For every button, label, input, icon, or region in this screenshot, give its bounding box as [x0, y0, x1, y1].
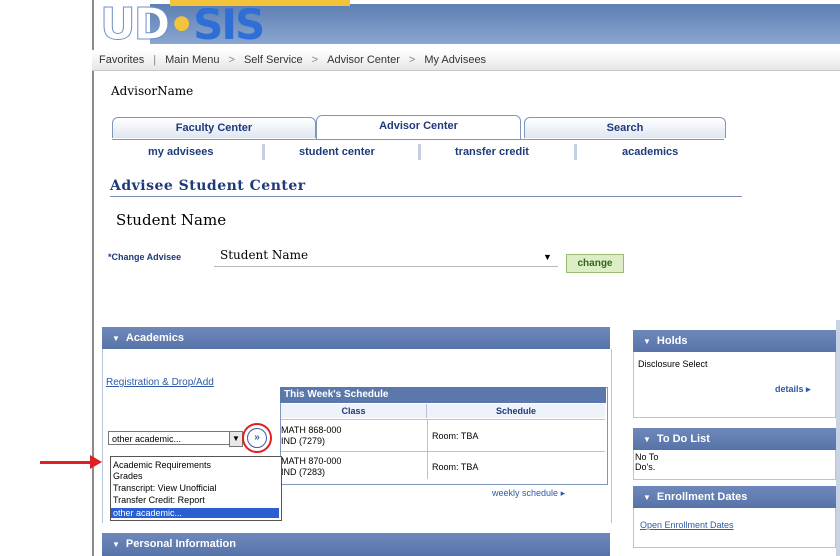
- schedule-class-header: Class: [281, 404, 427, 418]
- subtab-divider: [418, 144, 421, 160]
- subtab-student-center[interactable]: student center: [299, 146, 375, 158]
- collapse-icon[interactable]: ▼: [112, 540, 120, 549]
- go-button[interactable]: »: [247, 428, 267, 448]
- class-room: Room: TBA: [432, 462, 479, 472]
- holds-title: Holds: [656, 335, 688, 347]
- schedule-schedule-header: Schedule: [427, 404, 605, 418]
- tab-advisor-center[interactable]: Advisor Center: [316, 115, 521, 140]
- todo-line: No To: [635, 452, 659, 462]
- change-advisee-label: *Change Advisee: [108, 252, 182, 262]
- weekly-schedule-label[interactable]: weekly schedule: [492, 488, 558, 498]
- class-code: MATH 868-000: [281, 425, 342, 435]
- todo-header[interactable]: ▼ To Do List: [633, 428, 836, 450]
- registration-link[interactable]: Registration & Drop/Add: [106, 377, 214, 388]
- class-code: MATH 870-000: [281, 456, 342, 466]
- advisor-name: AdvisorName: [111, 84, 194, 98]
- subtab-academics[interactable]: academics: [622, 146, 678, 158]
- holds-header[interactable]: ▼ Holds: [633, 330, 836, 352]
- enrollment-header[interactable]: ▼ Enrollment Dates: [633, 486, 836, 508]
- class-room: Room: TBA: [432, 431, 479, 441]
- subtab-divider: [574, 144, 577, 160]
- annotation-arrow: [40, 461, 92, 464]
- personal-info-title: Personal Information: [125, 538, 236, 550]
- option-other-academic[interactable]: other academic...: [111, 508, 279, 518]
- advisee-select-value: Student Name: [220, 248, 309, 262]
- todo-empty-text: No To Do's.: [635, 452, 658, 472]
- option-transfer-credit[interactable]: Transfer Credit: Report: [113, 495, 205, 505]
- breadcrumb: Favorites | Main Menu > Self Service > Advi…: [92, 50, 840, 71]
- page-edge: [836, 320, 840, 556]
- dropdown-arrow-icon[interactable]: ▼: [543, 252, 552, 262]
- udsis-logo: UD•SIS: [99, 0, 265, 50]
- subtab-divider: [262, 144, 265, 160]
- student-name: Student Name: [116, 211, 227, 229]
- annotation-arrow-head: [90, 455, 102, 469]
- page-title: Advisee Student Center: [110, 178, 306, 194]
- personal-info-header[interactable]: ▼ Personal Information: [102, 533, 610, 556]
- frame-border: [92, 0, 94, 556]
- schedule-title: This Week's Schedule: [280, 387, 606, 403]
- other-academic-select[interactable]: other academic...: [108, 431, 238, 445]
- arrow-right-icon: ▸: [806, 384, 811, 394]
- collapse-icon[interactable]: ▼: [643, 337, 651, 346]
- hold-item: Disclosure Select: [638, 359, 708, 369]
- option-transcript[interactable]: Transcript: View Unofficial: [113, 483, 216, 493]
- academics-title: Academics: [125, 332, 185, 344]
- option-grades[interactable]: Grades: [113, 471, 143, 481]
- arrow-right-icon: ▸: [560, 488, 566, 498]
- collapse-icon[interactable]: ▼: [643, 435, 651, 444]
- details-label[interactable]: details: [775, 384, 804, 394]
- todo-panel: [633, 450, 836, 480]
- breadcrumb-main-menu[interactable]: Main Menu: [158, 54, 226, 66]
- breadcrumb-advisor-center[interactable]: Advisor Center: [320, 54, 407, 66]
- change-button[interactable]: change: [566, 254, 624, 273]
- weekly-schedule-link[interactable]: weekly schedule ▸: [492, 488, 565, 499]
- tab-search[interactable]: Search: [524, 117, 726, 138]
- title-divider: [110, 196, 742, 197]
- tab-faculty-center[interactable]: Faculty Center: [112, 117, 316, 138]
- option-academic-requirements[interactable]: Academic Requirements: [113, 460, 211, 470]
- enrollment-dates-link[interactable]: Open Enrollment Dates: [640, 520, 734, 530]
- class-section: IND (7279): [281, 436, 326, 446]
- collapse-icon[interactable]: ▼: [112, 334, 120, 343]
- breadcrumb-my-advisees[interactable]: My Advisees: [417, 54, 493, 66]
- breadcrumb-self-service[interactable]: Self Service: [237, 54, 310, 66]
- column-divider: [427, 419, 428, 479]
- select-arrow-icon[interactable]: ▼: [229, 431, 243, 447]
- details-link[interactable]: details ▸: [775, 384, 811, 395]
- breadcrumb-favorites[interactable]: Favorites: [92, 54, 151, 66]
- todo-title: To Do List: [656, 433, 710, 445]
- collapse-icon[interactable]: ▼: [643, 493, 651, 502]
- class-section: IND (7283): [281, 467, 326, 477]
- academics-header[interactable]: ▼ Academics: [102, 327, 610, 349]
- subtab-transfer-credit[interactable]: transfer credit: [455, 146, 529, 158]
- enrollment-title: Enrollment Dates: [656, 491, 748, 503]
- subtab-my-advisees[interactable]: my advisees: [148, 146, 213, 158]
- todo-line: Do's.: [635, 462, 656, 472]
